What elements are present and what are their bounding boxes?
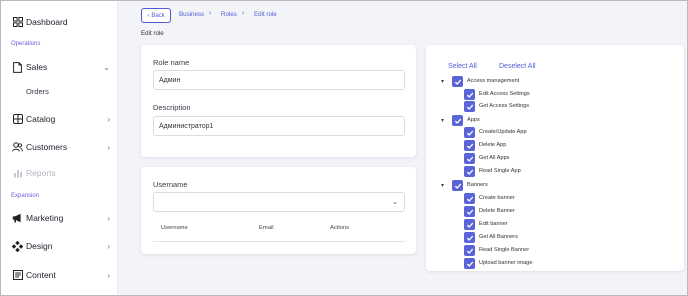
sidebar-item-design[interactable]: Design › [1, 233, 118, 259]
permission-group-label: Banners [467, 182, 488, 188]
breadcrumb-item-edit-role: Edit role [254, 11, 277, 18]
checkbox-checked[interactable] [452, 76, 463, 87]
permission-item-label: Get All Banners [479, 234, 518, 240]
column-header-actions: Actions [330, 225, 350, 231]
sidebar-subitem-orders[interactable]: Orders [26, 87, 49, 96]
sidebar: Dashboard Operations Sales ⌄ Orders Cata… [1, 1, 118, 295]
permission-item-label: Edit Access Settings [479, 91, 530, 97]
breadcrumb-item-business[interactable]: Business [179, 11, 204, 18]
sidebar-item-content[interactable]: Content › [1, 262, 118, 288]
checkbox-checked[interactable] [464, 166, 475, 177]
dashboard-icon [12, 17, 23, 28]
sidebar-item-label: Design [26, 241, 53, 251]
permission-item-label: Create banner [479, 195, 515, 201]
permission-group-label: Apps [467, 117, 480, 123]
chevron-right-icon: › [107, 241, 110, 251]
chevron-right-icon: › [107, 270, 110, 280]
role-name-input[interactable]: Админ [153, 70, 405, 90]
chevron-down-icon: ⌄ [392, 199, 398, 206]
permission-item-label: Edit banner [479, 221, 508, 227]
users-icon [12, 142, 23, 153]
checkbox-checked[interactable] [464, 101, 475, 112]
role-name-label: Role name [153, 58, 190, 67]
catalog-icon [12, 114, 23, 125]
chevron-right-icon: › [107, 114, 110, 124]
sidebar-item-marketing[interactable]: Marketing › [1, 205, 118, 231]
checkbox-checked[interactable] [452, 180, 463, 191]
sidebar-item-label: Customers [26, 142, 68, 152]
sidebar-item-label: Reports [26, 168, 56, 178]
document-icon [12, 61, 23, 73]
checkbox-checked[interactable] [464, 193, 475, 204]
chevron-left-icon: ‹ [147, 12, 150, 19]
sidebar-item-sales[interactable]: Sales ⌄ [1, 54, 118, 80]
section-label-expansion: Expansion [11, 193, 40, 199]
checkbox-checked[interactable] [464, 153, 475, 164]
username-select[interactable]: ⌄ [153, 192, 405, 212]
column-header-email: Email [259, 225, 274, 231]
checkbox-checked[interactable] [452, 115, 463, 126]
chevron-right-icon: › [107, 213, 110, 223]
content-icon [12, 270, 23, 281]
permission-item-label: Get Access Settings [479, 103, 530, 109]
sidebar-item-label: Sales [26, 62, 48, 72]
description-label: Description [153, 103, 191, 112]
role-form-card: Role name Админ Description Администрато… [141, 45, 416, 157]
permission-item-label: Delete Banner [479, 208, 515, 214]
chevron-right-icon: › [107, 142, 110, 152]
checkbox-checked[interactable] [464, 140, 475, 151]
back-button[interactable]: ‹ Back [141, 8, 171, 23]
permission-item-label: Read Single Banner [479, 247, 530, 253]
sidebar-item-catalog[interactable]: Catalog › [1, 106, 118, 132]
sidebar-item-label: Content [26, 270, 56, 280]
back-button-label: Back [151, 12, 165, 19]
design-icon [12, 240, 23, 252]
checkbox-checked[interactable] [464, 245, 475, 256]
sidebar-item-label: Marketing [26, 213, 64, 223]
column-header-username: Username [161, 225, 188, 231]
collapse-toggle-icon[interactable]: ▾ [441, 78, 444, 85]
username-label: Username [153, 180, 188, 189]
sidebar-item-label: Dashboard [26, 17, 68, 27]
select-all-link[interactable]: Select All [448, 63, 477, 70]
section-label-operations: Operations [11, 41, 41, 47]
permission-item-label: Read Single App [479, 168, 521, 174]
permission-item-label: Get All Apps [479, 155, 510, 161]
checkbox-checked[interactable] [464, 232, 475, 243]
chevron-down-icon: ⌄ [103, 62, 110, 72]
table-divider [153, 241, 405, 242]
megaphone-icon [12, 213, 23, 224]
deselect-all-link[interactable]: Deselect All [499, 63, 536, 70]
checkbox-checked[interactable] [464, 219, 475, 230]
sidebar-item-customers[interactable]: Customers › [1, 134, 118, 160]
app-window: Dashboard Operations Sales ⌄ Orders Cata… [0, 0, 688, 296]
permission-item-label: Create/Update App [479, 129, 527, 135]
collapse-toggle-icon[interactable]: ▾ [441, 117, 444, 124]
checkbox-checked[interactable] [464, 258, 475, 269]
permission-item-label: Upload banner image [479, 260, 533, 266]
bar-chart-icon [12, 168, 23, 179]
permission-group-label: Access management [467, 78, 520, 84]
chevron-right-icon: › [209, 10, 212, 17]
checkbox-checked[interactable] [464, 89, 475, 100]
permission-item-label: Delete App [479, 142, 507, 148]
sidebar-item-dashboard[interactable]: Dashboard [1, 9, 118, 35]
chevron-right-icon: › [242, 10, 245, 17]
checkbox-checked[interactable] [464, 127, 475, 138]
description-input[interactable]: Администратор1 [153, 116, 405, 136]
breadcrumb-item-roles[interactable]: Roles [221, 11, 237, 18]
sidebar-item-reports[interactable]: Reports [1, 160, 118, 186]
users-card: Username ⌄ Username Email Actions [141, 167, 416, 254]
collapse-toggle-icon[interactable]: ▾ [441, 182, 444, 189]
checkbox-checked[interactable] [464, 206, 475, 217]
sidebar-item-label: Catalog [26, 114, 56, 124]
page-title: Edit role [141, 30, 164, 37]
